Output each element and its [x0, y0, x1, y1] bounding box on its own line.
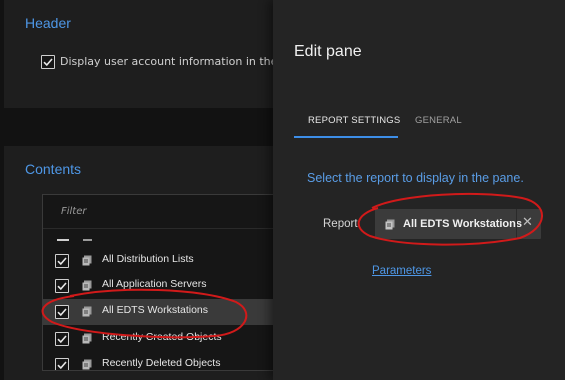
report-scroll-icon — [82, 280, 92, 291]
selected-report-chip[interactable]: All EDTS Workstations ✕ — [375, 209, 541, 239]
list-item-label: All Distribution Lists — [102, 253, 194, 265]
item-checkbox[interactable] — [55, 332, 69, 346]
checkmark-icon — [43, 58, 53, 67]
edit-pane-title: Edit pane — [294, 43, 362, 60]
list-item-selected[interactable]: All EDTS Workstations — [43, 299, 293, 325]
tab-general[interactable]: GENERAL — [415, 115, 462, 126]
header-panel: Header Display user account information … — [4, 0, 308, 108]
partial-checkbox-edge — [57, 239, 69, 241]
item-checkbox[interactable] — [55, 358, 69, 370]
display-user-info-checkbox[interactable] — [41, 55, 55, 69]
report-scroll-icon — [82, 359, 92, 370]
list-item-label: All EDTS Workstations — [102, 304, 208, 316]
checkmark-icon — [57, 361, 67, 370]
checkmark-icon — [57, 257, 67, 266]
parameters-link[interactable]: Parameters — [372, 265, 431, 277]
report-scroll-icon — [82, 306, 92, 317]
item-checkbox[interactable] — [55, 305, 69, 319]
report-hint: Select the report to display in the pane… — [307, 171, 524, 185]
header-section-title: Header — [25, 15, 71, 31]
chip-divider — [516, 209, 517, 239]
list-item-label: Recently Deleted Objects — [102, 357, 221, 369]
item-checkbox[interactable] — [55, 254, 69, 268]
list-item-label: All Application Servers — [102, 278, 207, 290]
report-scroll-icon — [385, 219, 395, 230]
checkmark-icon — [57, 282, 67, 291]
contents-section-title: Contents — [25, 161, 82, 177]
edit-pane: Edit pane REPORT SETTINGS GENERAL Select… — [273, 0, 565, 380]
report-list: Filter All Distribution Lists All Applic… — [42, 194, 293, 371]
report-scroll-icon — [82, 333, 92, 344]
list-item[interactable]: All Distribution Lists — [43, 248, 293, 274]
list-item[interactable]: Recently Deleted Objects — [43, 352, 293, 370]
list-item-label: Recently Created Objects — [102, 331, 222, 343]
item-checkbox[interactable] — [55, 279, 69, 293]
filter-divider — [43, 228, 293, 229]
list-item[interactable]: All Application Servers — [43, 273, 293, 299]
list-item[interactable]: Recently Created Objects — [43, 326, 293, 352]
report-field-label: Report — [323, 218, 358, 230]
selected-report-label: All EDTS Workstations — [403, 218, 522, 230]
checkmark-icon — [57, 308, 67, 317]
active-tab-indicator — [294, 136, 398, 138]
display-user-info-label: Display user account information in the … — [60, 55, 309, 68]
report-scroll-icon — [82, 255, 92, 266]
checkmark-icon — [57, 335, 67, 344]
filter-input[interactable]: Filter — [61, 206, 87, 217]
tab-report-settings[interactable]: REPORT SETTINGS — [308, 115, 400, 126]
partial-report-icon-edge — [83, 239, 92, 241]
close-icon[interactable]: ✕ — [522, 215, 533, 230]
